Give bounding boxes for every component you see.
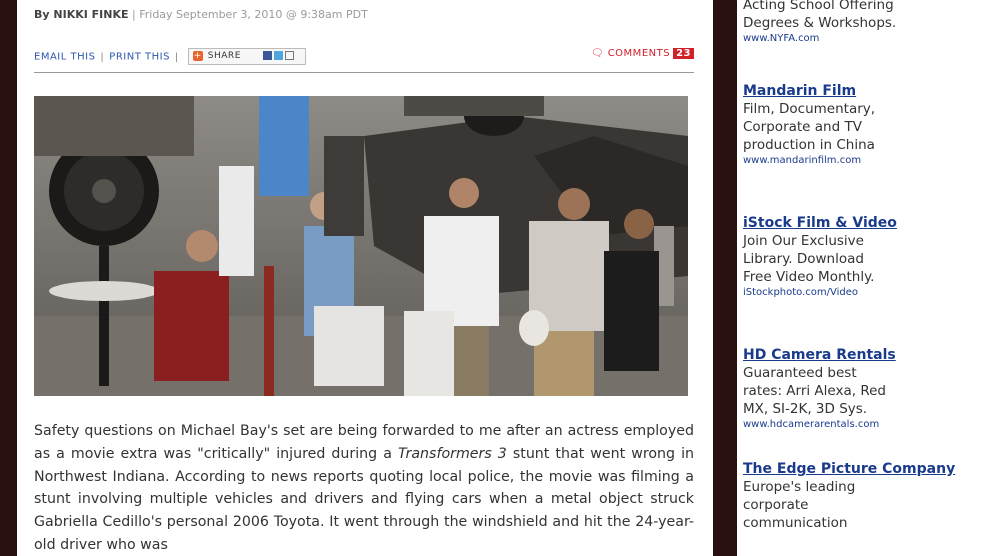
email-icon xyxy=(284,51,294,60)
ad-istock[interactable]: iStock Film & Video Join Our Exclusive L… xyxy=(743,214,983,300)
divider xyxy=(34,72,694,73)
byline-prefix: By xyxy=(34,8,54,21)
ad-title[interactable]: Mandarin Film xyxy=(743,82,983,100)
twitter-icon xyxy=(273,51,283,60)
ad-url[interactable]: iStockphoto.com/Video xyxy=(743,286,983,300)
ad-line: communication xyxy=(743,515,848,531)
print-this-link[interactable]: PRINT THIS xyxy=(109,52,170,63)
ad-title[interactable]: HD Camera Rentals xyxy=(743,346,983,364)
article-toolbar: EMAIL THIS | PRINT THIS | + SHARE 🗨 COMMENTS 2… xyxy=(34,48,694,66)
ad-title[interactable]: iStock Film & Video xyxy=(743,214,983,232)
comments-label: COMMENTS xyxy=(607,48,671,59)
sidebar-ads: Acting School Offering Degrees & Worksho… xyxy=(737,0,990,556)
byline-date: | Friday September 3, 2010 @ 9:38am PDT xyxy=(128,8,368,21)
film-set-photo xyxy=(34,96,688,396)
article-photo xyxy=(34,96,688,396)
email-this-link[interactable]: EMAIL THIS xyxy=(34,52,95,63)
ad-line: Join Our Exclusive xyxy=(743,233,864,249)
facebook-icon xyxy=(262,51,272,60)
ad-line: Film, Documentary, xyxy=(743,101,876,117)
ad-line: corporate xyxy=(743,497,809,513)
separator: | xyxy=(100,51,105,63)
ad-url[interactable]: www.mandarinfilm.com xyxy=(743,154,983,168)
byline-author[interactable]: NIKKI FINKE xyxy=(53,8,128,21)
ad-url[interactable]: www.hdcamerarentals.com xyxy=(743,418,983,432)
ad-line: Europe's leading xyxy=(743,479,856,495)
article-column: By NIKKI FINKE | Friday September 3, 201… xyxy=(17,0,713,556)
share-button[interactable]: + SHARE xyxy=(187,48,306,65)
ad-url[interactable]: www.NYFA.com xyxy=(743,32,983,46)
ad-hd-camera-rentals[interactable]: HD Camera Rentals Guaranteed best rates:… xyxy=(743,346,983,432)
ad-edge-picture-company[interactable]: The Edge Picture Company Europe's leadin… xyxy=(743,460,983,532)
addthis-icon: + xyxy=(192,51,203,61)
separator: | xyxy=(174,51,179,63)
ad-title[interactable]: The Edge Picture Company xyxy=(743,460,983,478)
comment-bubble-icon: 🗨 xyxy=(590,48,605,59)
comments-link[interactable]: 🗨 COMMENTS 23 xyxy=(591,48,694,59)
ad-line: Library. Download xyxy=(743,251,864,267)
ad-line: Degrees & Workshops. xyxy=(743,15,897,31)
byline: By NIKKI FINKE | Friday September 3, 201… xyxy=(34,8,368,21)
ad-mandarin-film[interactable]: Mandarin Film Film, Documentary, Corpora… xyxy=(743,82,983,168)
ad-line: production in China xyxy=(743,137,875,153)
ad-line: MX, SI-2K, 3D Sys. xyxy=(743,401,868,417)
comments-count-badge: 23 xyxy=(673,48,694,59)
ad-line: Free Video Monthly. xyxy=(743,269,875,285)
ad-line: Acting School Offering xyxy=(743,0,894,13)
ad-line: Guaranteed best xyxy=(743,365,857,381)
ad-line: Corporate and TV xyxy=(743,119,862,135)
article-film-title: Transformers 3 xyxy=(397,445,507,462)
ad-nyfa[interactable]: Acting School Offering Degrees & Worksho… xyxy=(743,0,983,46)
article-body: Safety questions on Michael Bay's set ar… xyxy=(34,420,694,556)
ad-line: rates: Arri Alexa, Red xyxy=(743,383,886,399)
more-icon xyxy=(296,51,301,60)
share-label: SHARE xyxy=(207,51,241,61)
